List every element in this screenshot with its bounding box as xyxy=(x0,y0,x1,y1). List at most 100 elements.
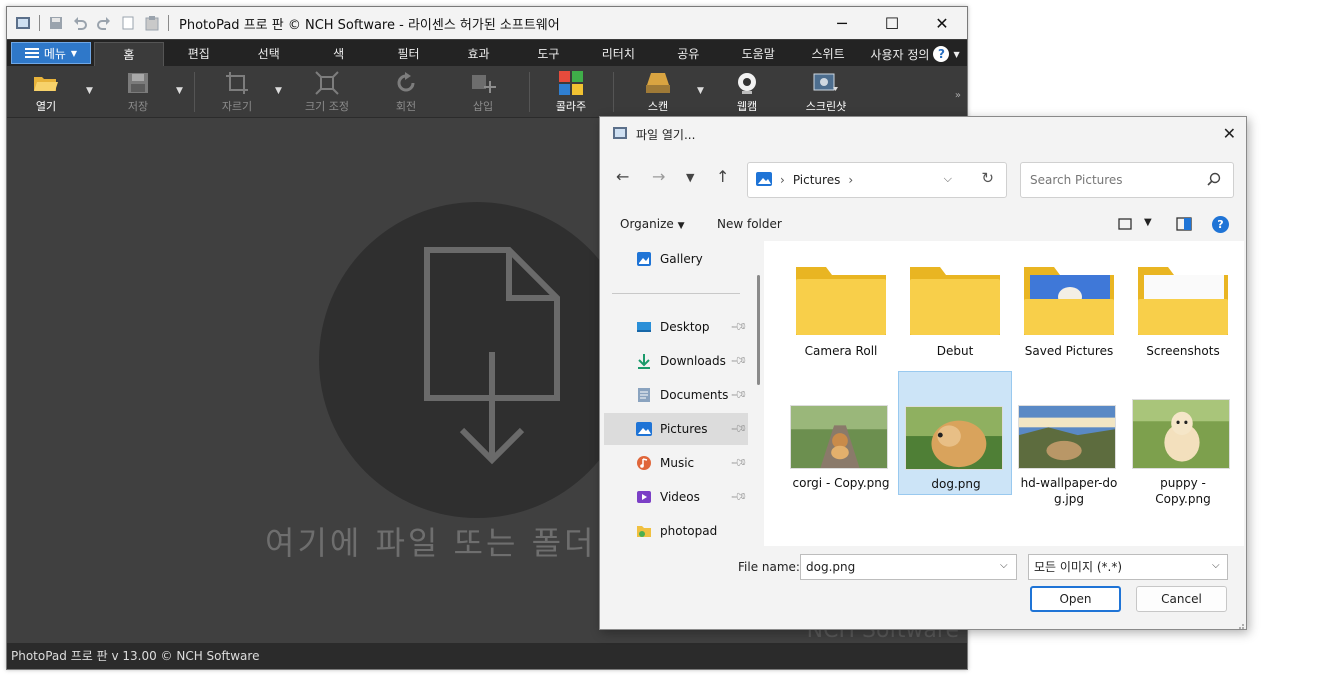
tab-help[interactable]: 도움말 xyxy=(723,42,793,66)
search-input[interactable]: Search Pictures xyxy=(1020,162,1234,198)
app-icon[interactable] xyxy=(15,15,31,31)
folder-name: Screenshots xyxy=(1146,344,1220,358)
address-bar[interactable]: › Pictures › ⌵ ↻ xyxy=(747,162,1007,198)
forward-arrow-icon[interactable]: → xyxy=(652,167,665,186)
chevron-down-icon[interactable]: ▼ xyxy=(275,86,282,96)
pin-icon[interactable]: 📌︎ xyxy=(729,351,748,370)
tab-color[interactable]: 색 xyxy=(304,42,374,66)
pin-icon[interactable]: 📌︎ xyxy=(729,453,748,472)
chevron-down-icon[interactable]: ▼ xyxy=(176,86,183,96)
recent-locations-icon[interactable]: ▼ xyxy=(686,171,694,184)
tab-edit[interactable]: 편집 xyxy=(164,42,234,66)
up-arrow-icon[interactable]: ↑ xyxy=(716,167,729,186)
resize-grip-icon[interactable] xyxy=(1236,621,1244,629)
image-file-item-selected[interactable]: dog.png xyxy=(898,371,1012,495)
pin-icon[interactable]: 📌︎ xyxy=(729,487,748,506)
close-button[interactable]: ✕ xyxy=(917,7,967,39)
navigation-pane: Gallery Desktop 📌︎ Downloads 📌︎ Document… xyxy=(604,241,760,547)
menu-button[interactable]: 메뉴 ▼ xyxy=(11,42,91,64)
image-file-item[interactable]: corgi - Copy.png xyxy=(784,371,898,495)
open-button[interactable]: 열기 xyxy=(29,66,63,118)
refresh-icon[interactable]: ↻ xyxy=(981,169,994,187)
search-icon[interactable] xyxy=(1207,172,1221,189)
title-bar: PhotoPad 프로 판 © NCH Software - 라이센스 허가된 … xyxy=(7,7,967,39)
folder-item[interactable]: Screenshots xyxy=(1126,241,1240,365)
file-name-input[interactable]: dog.png xyxy=(800,554,1017,580)
insert-button[interactable]: 삽입 xyxy=(463,66,503,118)
scan-button[interactable]: 스캔 xyxy=(643,66,673,118)
open-button[interactable]: Open xyxy=(1030,586,1121,612)
back-arrow-icon[interactable]: ← xyxy=(616,167,629,186)
collage-button[interactable]: 콜라주 xyxy=(552,66,590,118)
collage-icon xyxy=(557,70,585,96)
minimize-button[interactable]: ─ xyxy=(817,7,867,39)
nav-item-photopad[interactable]: photopad xyxy=(604,515,748,547)
maximize-button[interactable]: ☐ xyxy=(867,7,917,39)
more-icon[interactable]: » xyxy=(955,90,961,101)
tab-tools[interactable]: 도구 xyxy=(513,42,583,66)
tab-filter[interactable]: 필터 xyxy=(374,42,444,66)
help-icon[interactable]: ? xyxy=(1212,216,1229,233)
tab-suite[interactable]: 스위트 xyxy=(793,42,863,66)
copy-icon[interactable] xyxy=(120,15,136,31)
nav-item-gallery[interactable]: Gallery xyxy=(604,243,748,275)
file-name: puppy - Copy.png xyxy=(1155,476,1211,506)
pin-icon[interactable]: 📌︎ xyxy=(729,419,748,438)
save-ribbon-button[interactable]: 저장 xyxy=(121,66,155,118)
folder-item[interactable]: Saved Pictures xyxy=(1012,241,1126,365)
paste-icon[interactable] xyxy=(144,15,160,31)
chevron-down-icon[interactable]: ⌵ xyxy=(1212,560,1220,571)
chevron-down-icon[interactable]: ⌵ xyxy=(944,172,952,186)
tab-retouch[interactable]: 리터치 xyxy=(583,42,653,66)
close-icon[interactable]: ✕ xyxy=(1223,124,1236,143)
chevron-down-icon[interactable]: ▼ xyxy=(86,86,93,96)
image-file-item[interactable]: hd-wallpaper-do g.jpg xyxy=(1012,371,1126,506)
tab-effects[interactable]: 효과 xyxy=(444,42,514,66)
crop-button[interactable]: 자르기 xyxy=(215,66,259,118)
nav-item-pictures[interactable]: Pictures 📌︎ xyxy=(604,413,749,445)
scanner-icon xyxy=(644,70,672,96)
webcam-button[interactable]: 웹캠 xyxy=(731,66,763,118)
dialog-footer: File name: dog.png ⌵ 모든 이미지 (*.*) ⌵ Open… xyxy=(600,547,1246,629)
drop-hint-text: 여기에 파일 또는 폴더 xyxy=(265,524,597,562)
folder-item[interactable]: Debut xyxy=(898,241,1012,365)
resize-button[interactable]: 크기 조정 xyxy=(299,66,355,118)
chevron-down-icon[interactable]: ▼ xyxy=(697,86,704,96)
tab-select[interactable]: 선택 xyxy=(234,42,304,66)
new-folder-button[interactable]: New folder xyxy=(717,217,782,231)
tab-share[interactable]: 공유 xyxy=(653,42,723,66)
nav-item-videos[interactable]: Videos 📌︎ xyxy=(604,481,749,513)
breadcrumb-separator-icon[interactable]: › xyxy=(848,173,853,187)
image-file-item[interactable]: puppy - Copy.png xyxy=(1126,371,1240,506)
tab-customize[interactable]: 사용자 정의 ? ▼ xyxy=(863,42,967,66)
navigation-row: ← → ▼ ↑ › Pictures › ⌵ ↻ Search Pictures xyxy=(600,159,1246,199)
save-icon[interactable] xyxy=(48,15,64,31)
scrollbar[interactable] xyxy=(757,275,760,385)
file-name: dog.png xyxy=(931,477,981,491)
folder-item[interactable]: Camera Roll xyxy=(784,241,898,365)
chevron-down-icon[interactable]: ⌵ xyxy=(1000,560,1008,571)
cancel-button[interactable]: Cancel xyxy=(1136,586,1227,612)
undo-icon[interactable] xyxy=(72,15,88,31)
screenshot-button[interactable]: 스크린샷 xyxy=(799,66,853,118)
chevron-down-icon[interactable]: ▼ xyxy=(1144,217,1152,228)
pictures-icon xyxy=(636,422,652,436)
nav-item-downloads[interactable]: Downloads 📌︎ xyxy=(604,345,749,377)
redo-icon[interactable] xyxy=(96,15,112,31)
help-icon[interactable]: ? xyxy=(933,46,950,62)
organize-button[interactable]: Organize ▼ xyxy=(620,217,685,231)
nav-item-desktop[interactable]: Desktop 📌︎ xyxy=(604,311,749,343)
insert-icon xyxy=(469,70,497,96)
pin-icon[interactable]: 📌︎ xyxy=(729,317,748,336)
breadcrumb[interactable]: Pictures xyxy=(793,173,841,187)
view-mode-icon[interactable] xyxy=(1118,217,1132,234)
drop-zone[interactable] xyxy=(319,202,635,518)
nav-item-documents[interactable]: Documents 📌︎ xyxy=(604,379,749,411)
tab-home[interactable]: 홈 xyxy=(93,42,164,66)
pin-icon[interactable]: 📌︎ xyxy=(729,385,748,404)
rotate-button[interactable]: 회전 xyxy=(390,66,422,118)
preview-pane-icon[interactable] xyxy=(1176,217,1192,234)
nav-item-music[interactable]: Music 📌︎ xyxy=(604,447,749,479)
file-type-select[interactable]: 모든 이미지 (*.*) xyxy=(1028,554,1228,580)
folder-icon xyxy=(910,267,1000,335)
